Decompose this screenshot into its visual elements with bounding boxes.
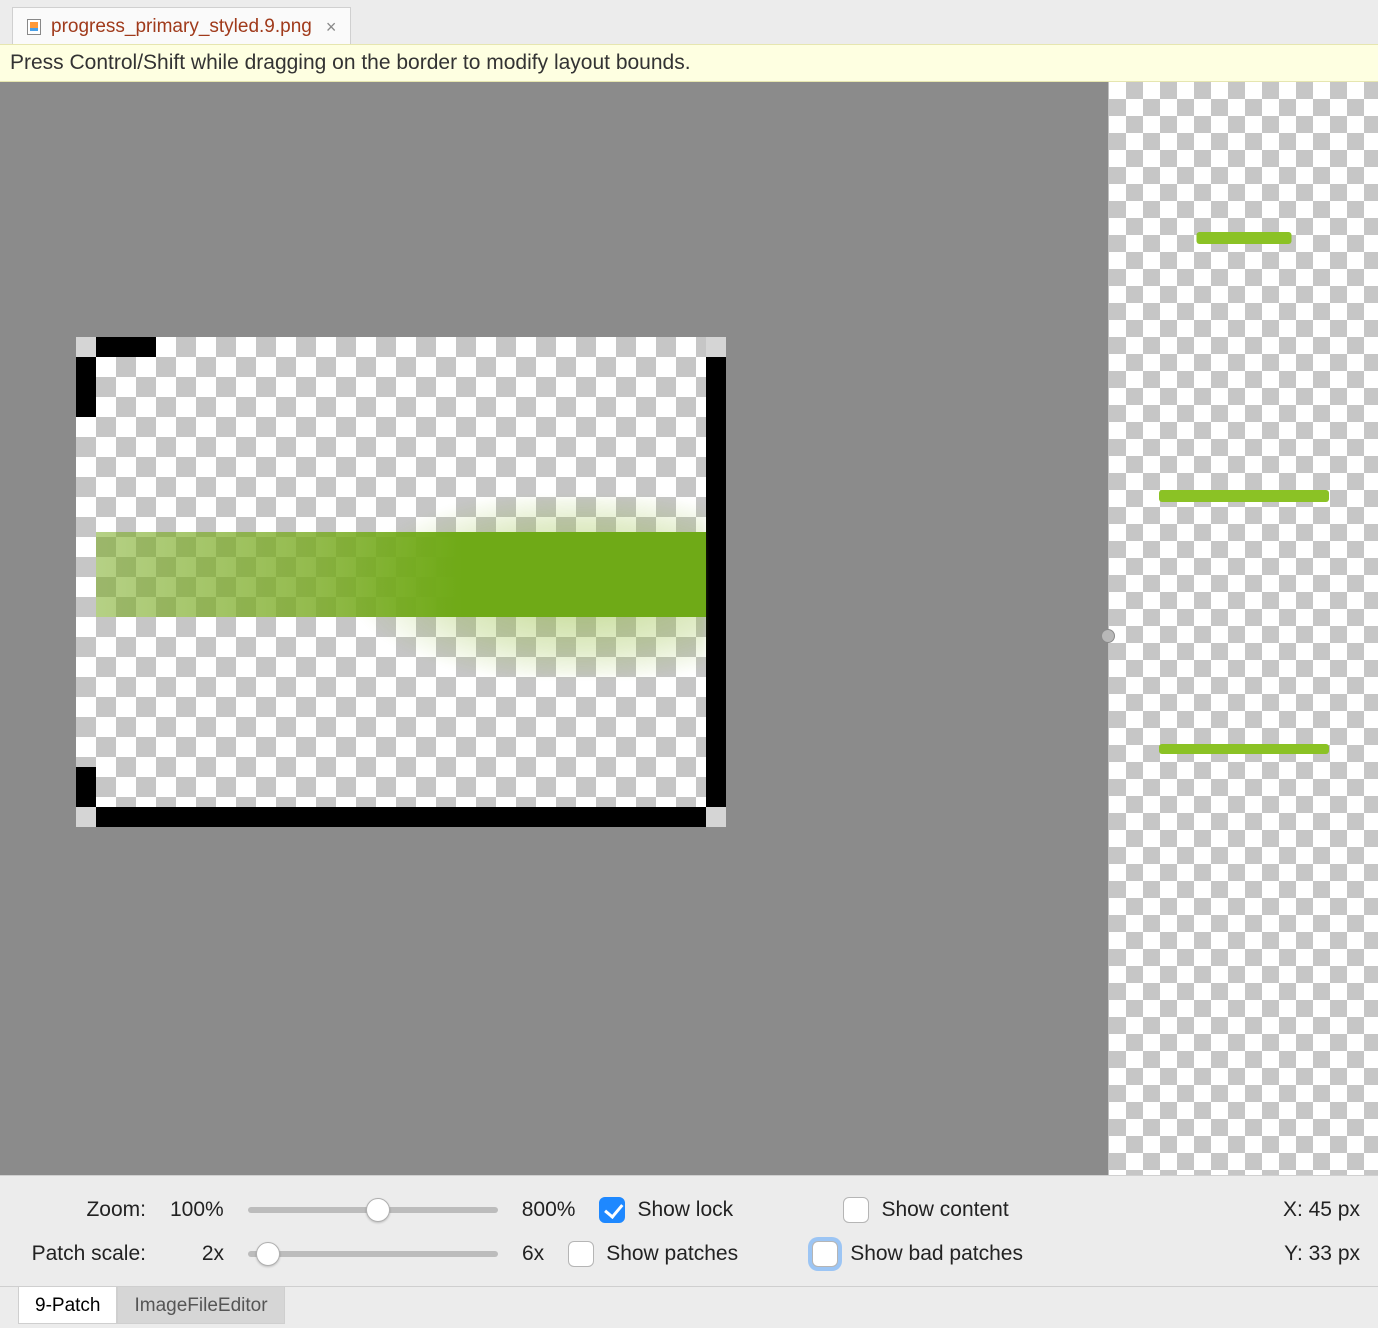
file-tab[interactable]: progress_primary_styled.9.png ×	[12, 7, 351, 44]
nine-patch-canvas[interactable]	[76, 337, 726, 827]
hint-bar: Press Control/Shift while dragging on th…	[0, 44, 1378, 82]
canvas-corner	[706, 807, 726, 827]
show-bad-patches-checkbox[interactable]	[812, 1241, 838, 1267]
progress-bar-graphic	[96, 532, 706, 617]
patch-marker-bottom[interactable]	[96, 807, 706, 827]
preview-sample	[1159, 744, 1329, 754]
canvas-corner	[706, 337, 726, 357]
zoom-slider[interactable]	[248, 1207, 498, 1213]
close-icon[interactable]: ×	[326, 17, 337, 38]
editor-mode-tabs: 9-Patch ImageFileEditor	[0, 1286, 1378, 1328]
patch-marker-right[interactable]	[706, 357, 726, 807]
zoom-max-label: 800%	[522, 1198, 576, 1222]
patch-scale-slider-thumb[interactable]	[256, 1242, 280, 1266]
splitter-handle[interactable]	[1101, 629, 1115, 643]
patch-scale-slider[interactable]	[248, 1251, 498, 1257]
controls-bar: Zoom: 100% 800% Show lock Show content X…	[0, 1175, 1378, 1286]
show-patches-checkbox[interactable]	[568, 1241, 594, 1267]
zoom-min-label: 100%	[170, 1198, 224, 1222]
canvas-corner	[76, 807, 96, 827]
tab-image-file-editor[interactable]: ImageFileEditor	[117, 1287, 284, 1324]
show-content-label: Show content	[881, 1198, 1008, 1222]
zoom-slider-thumb[interactable]	[366, 1198, 390, 1222]
patch-min-label: 2x	[170, 1242, 224, 1266]
file-tab-label: progress_primary_styled.9.png	[51, 16, 312, 38]
canvas-pane[interactable]	[0, 82, 1108, 1175]
patch-marker-left[interactable]	[76, 357, 96, 417]
patch-max-label: 6x	[522, 1242, 544, 1266]
coord-y: Y: 33 px	[1284, 1242, 1360, 1266]
zoom-label: Zoom:	[18, 1198, 146, 1222]
show-lock-checkbox[interactable]	[599, 1197, 625, 1223]
patch-scale-label: Patch scale:	[18, 1242, 146, 1266]
image-file-icon	[25, 18, 43, 36]
preview-sample	[1159, 490, 1329, 502]
show-content-checkbox[interactable]	[843, 1197, 869, 1223]
patch-marker-left-bottom[interactable]	[76, 767, 96, 807]
editor-area	[0, 82, 1378, 1175]
preview-sample	[1196, 232, 1291, 244]
show-lock-label: Show lock	[637, 1198, 733, 1222]
preview-pane	[1108, 82, 1378, 1175]
coord-x: X: 45 px	[1283, 1198, 1360, 1222]
show-bad-patches-label: Show bad patches	[850, 1242, 1023, 1266]
tab-9-patch[interactable]: 9-Patch	[18, 1287, 117, 1324]
patch-marker-top[interactable]	[96, 337, 156, 357]
canvas-corner	[76, 337, 96, 357]
show-patches-label: Show patches	[606, 1242, 738, 1266]
file-tab-strip: progress_primary_styled.9.png ×	[0, 0, 1378, 44]
